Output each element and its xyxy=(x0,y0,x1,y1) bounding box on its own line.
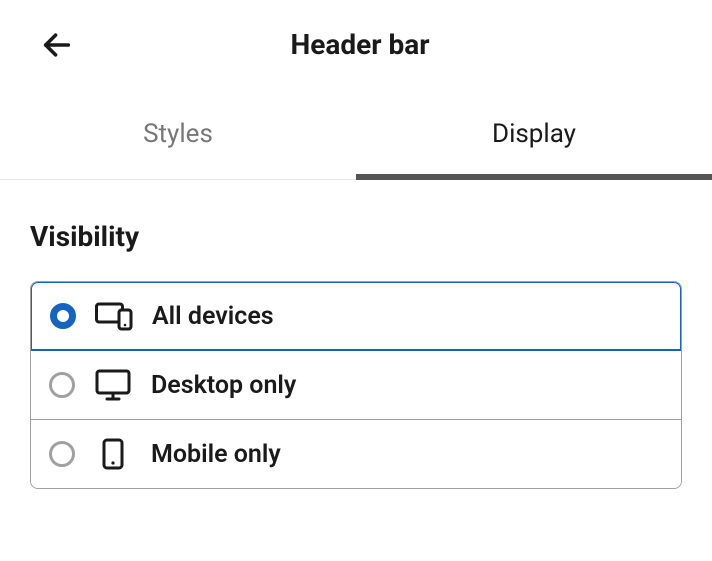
visibility-radio-group: All devices Desktop only Mobile o xyxy=(30,281,682,489)
option-label: Desktop only xyxy=(151,371,296,400)
section-title: Visibility xyxy=(30,220,682,253)
tab-display[interactable]: Display xyxy=(356,89,712,179)
desktop-icon xyxy=(93,369,133,401)
arrow-left-icon xyxy=(40,28,74,62)
all-devices-icon xyxy=(94,301,134,331)
mobile-icon xyxy=(93,438,133,470)
radio-indicator xyxy=(50,303,76,329)
option-desktop-only[interactable]: Desktop only xyxy=(31,351,681,420)
tabs: Styles Display xyxy=(0,89,712,180)
option-all-devices[interactable]: All devices xyxy=(30,281,682,351)
visibility-section: Visibility All devices xyxy=(0,180,712,489)
radio-indicator xyxy=(49,372,75,398)
radio-indicator xyxy=(49,441,75,467)
page-title: Header bar xyxy=(40,28,680,61)
option-mobile-only[interactable]: Mobile only xyxy=(31,420,681,488)
header: Header bar xyxy=(0,0,712,89)
option-label: Mobile only xyxy=(151,440,281,469)
tab-styles[interactable]: Styles xyxy=(0,89,356,179)
option-label: All devices xyxy=(152,302,274,331)
back-button[interactable] xyxy=(40,28,74,62)
